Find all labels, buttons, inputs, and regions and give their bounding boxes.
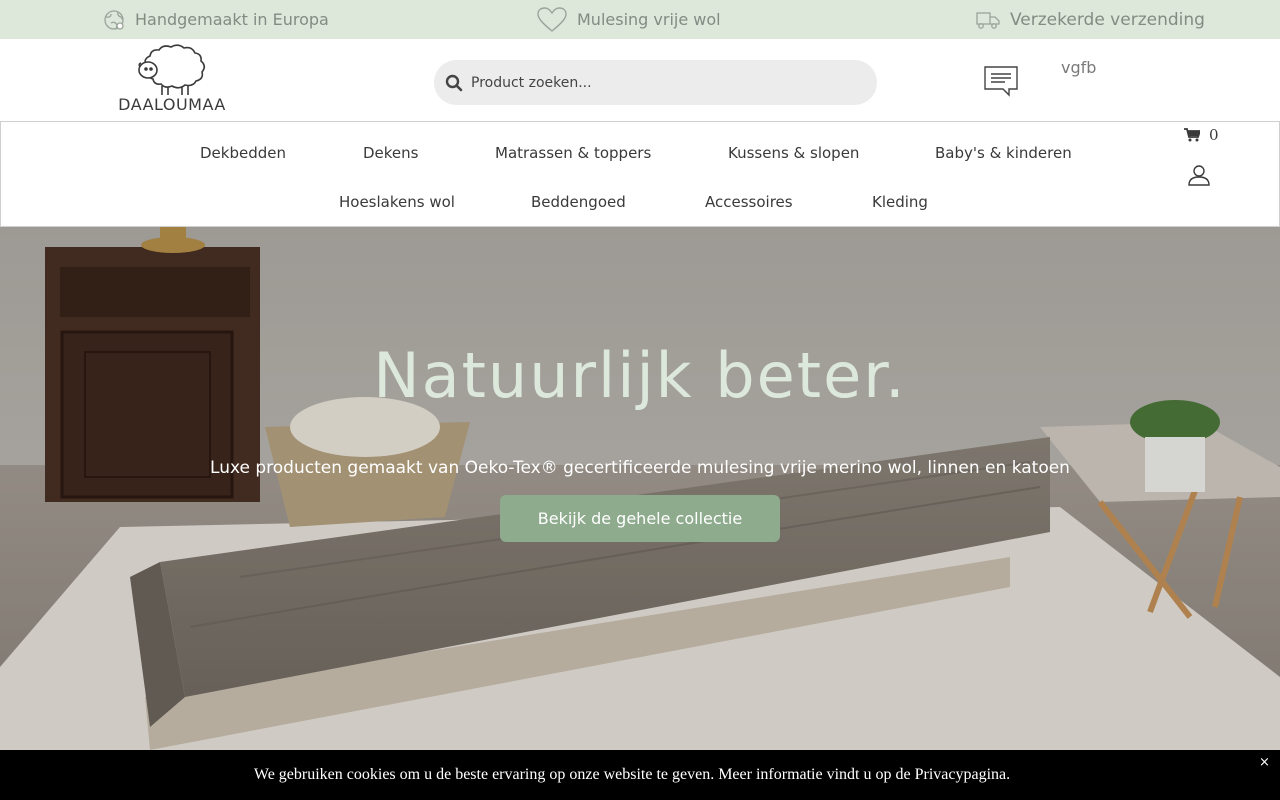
view-collection-button[interactable]: Bekijk de gehele collectie: [500, 495, 780, 542]
usp-label: Mulesing vrije wol: [577, 10, 721, 29]
logo-text: DAALOUMAA: [118, 95, 226, 114]
vgfb-text: vgfb: [1061, 58, 1097, 77]
cookie-text: We gebruiken cookies om u de beste ervar…: [253, 766, 1011, 783]
nav-item-dekbedden[interactable]: Dekbedden: [200, 144, 286, 162]
sheep-logo-icon: [138, 44, 206, 95]
cart-link[interactable]: 0: [1184, 126, 1219, 144]
usp-label: Handgemaakt in Europa: [135, 10, 329, 29]
search-input[interactable]: [471, 74, 851, 91]
user-icon[interactable]: [1188, 164, 1210, 186]
truck-icon: [976, 11, 1000, 29]
usp-item-shipping: Verzekerde verzending: [976, 0, 1205, 39]
chat-bubble-icon[interactable]: [983, 65, 1019, 97]
nav-item-kleding[interactable]: Kleding: [872, 193, 928, 211]
nav-item-hoeslakens[interactable]: Hoeslakens wol: [339, 193, 455, 211]
main-nav: Dekbedden Dekens Matrassen & toppers Kus…: [0, 121, 1280, 227]
hero-bedroom-image: [0, 227, 1280, 750]
nav-item-kussens[interactable]: Kussens & slopen: [728, 144, 859, 162]
search-icon[interactable]: [445, 74, 463, 92]
nav-item-accessoires[interactable]: Accessoires: [705, 193, 793, 211]
hero-title: Natuurlijk beter.: [373, 339, 907, 412]
close-icon[interactable]: ×: [1259, 755, 1270, 770]
logo[interactable]: DAALOUMAA: [110, 43, 234, 119]
cart-icon: [1184, 128, 1200, 142]
usp-label: Verzekerde verzending: [1010, 9, 1205, 30]
globe-icon: [104, 9, 124, 30]
heart-icon: [537, 6, 567, 32]
hero-section: Natuurlijk beter. Luxe producten gemaakt…: [0, 227, 1280, 750]
usp-item-mulesing: Mulesing vrije wol: [537, 0, 721, 39]
search-bar: [434, 60, 877, 105]
usp-bar: Handgemaakt in Europa Mulesing vrije wol…: [0, 0, 1280, 39]
nav-item-beddengoed[interactable]: Beddengoed: [531, 193, 626, 211]
nav-item-babys[interactable]: Baby's & kinderen: [935, 144, 1072, 162]
nav-item-matrassen[interactable]: Matrassen & toppers: [495, 144, 651, 162]
usp-item-handmade: Handgemaakt in Europa: [103, 0, 329, 39]
nav-item-dekens[interactable]: Dekens: [363, 144, 418, 162]
cart-count: 0: [1209, 126, 1219, 144]
cookie-banner: We gebruiken cookies om u de beste ervar…: [0, 750, 1280, 800]
site-header: DAALOUMAA vgfb: [0, 39, 1280, 121]
hero-subtitle: Luxe producten gemaakt van Oeko-Tex® gec…: [210, 458, 1070, 478]
